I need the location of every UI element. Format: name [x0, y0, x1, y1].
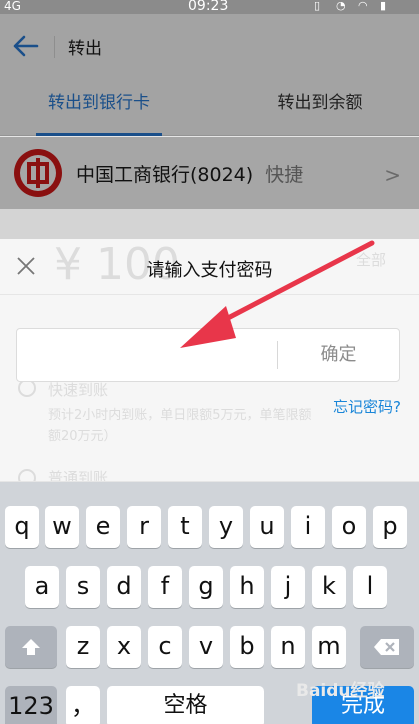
password-input[interactable]: [17, 329, 277, 381]
key-x[interactable]: x: [107, 626, 141, 668]
tab-bar: 转出到银行卡 转出到余额: [0, 80, 419, 136]
password-dialog: ¥ 100 全部 快速到账 预计2小时内到账，单日限额5万元，单笔限额 额20万…: [0, 239, 419, 481]
alarm-icon: ◔: [336, 0, 346, 12]
tab-balance[interactable]: 转出到余额: [250, 88, 390, 128]
wifi-icon: ◠: [358, 0, 368, 12]
shift-key[interactable]: [5, 626, 57, 668]
nav-bar: 转出: [0, 14, 419, 80]
key-h[interactable]: h: [230, 566, 264, 608]
shift-icon: [22, 639, 40, 655]
status-bar: 4G 09:23 ▯ ◔ ◠ ▮: [0, 0, 419, 14]
bank-card-row[interactable]: 中国工商银行(8024) 快捷 >: [0, 137, 419, 209]
background-fast-desc: 预计2小时内到账，单日限额5万元，单笔限额: [48, 408, 312, 423]
dialog-title: 请输入支付密码: [146, 260, 273, 281]
background-fast-label: 快速到账: [48, 381, 109, 399]
signal-indicator: 4G: [4, 0, 21, 13]
key-c[interactable]: c: [148, 626, 182, 668]
space-key[interactable]: 空格: [107, 686, 264, 724]
key-m[interactable]: m: [312, 626, 346, 668]
key-v[interactable]: v: [189, 626, 223, 668]
key-k[interactable]: k: [312, 566, 346, 608]
dialog-divider: [0, 294, 419, 295]
key-y[interactable]: y: [209, 506, 243, 548]
key-o[interactable]: o: [332, 506, 366, 548]
comma-key[interactable]: ，: [66, 686, 100, 724]
key-a[interactable]: a: [25, 566, 59, 608]
tab-bank-card[interactable]: 转出到银行卡: [36, 88, 162, 136]
done-key[interactable]: 完成: [312, 686, 414, 724]
battery-icon: ▮: [380, 0, 387, 12]
backspace-key[interactable]: [360, 626, 414, 668]
key-p[interactable]: p: [373, 506, 407, 548]
key-j[interactable]: j: [271, 566, 305, 608]
soft-keyboard: q w e r t y u i o p a s d f g h j k l z …: [0, 482, 419, 724]
password-box: 确定: [16, 328, 400, 382]
amount-area: [0, 209, 419, 239]
key-r[interactable]: r: [127, 506, 161, 548]
key-e[interactable]: e: [86, 506, 120, 548]
page-title: 转出: [68, 39, 102, 59]
key-f[interactable]: f: [148, 566, 182, 608]
bank-card-tag: 快捷: [265, 164, 304, 186]
key-u[interactable]: u: [250, 506, 284, 548]
nav-divider: [54, 36, 55, 58]
key-q[interactable]: q: [5, 506, 39, 548]
background-fast-desc-2: 额20万元）: [48, 429, 117, 444]
key-d[interactable]: d: [107, 566, 141, 608]
bank-name: 中国工商银行(8024) 快捷: [76, 160, 303, 187]
icbc-logo-icon: [14, 149, 62, 197]
background-normal-label: 普通到账: [48, 469, 109, 481]
back-arrow-icon[interactable]: [12, 34, 40, 58]
key-b[interactable]: b: [230, 626, 264, 668]
vibrate-icon: ▯: [314, 0, 321, 12]
clock: 09:23: [188, 0, 229, 14]
key-n[interactable]: n: [271, 626, 305, 668]
key-t[interactable]: t: [168, 506, 202, 548]
key-s[interactable]: s: [66, 566, 100, 608]
bank-card-name: 中国工商银行(8024): [76, 164, 254, 186]
backspace-icon: [374, 639, 399, 655]
forgot-password-link[interactable]: 忘记密码?: [333, 396, 401, 417]
numbers-key[interactable]: 123: [5, 686, 57, 724]
key-i[interactable]: i: [291, 506, 325, 548]
key-w[interactable]: w: [45, 506, 79, 548]
background-radio-icon: [18, 469, 36, 481]
confirm-button[interactable]: 确定: [278, 329, 399, 381]
chevron-right-icon: >: [384, 163, 401, 187]
key-l[interactable]: l: [353, 566, 387, 608]
key-g[interactable]: g: [189, 566, 223, 608]
key-z[interactable]: z: [66, 626, 100, 668]
